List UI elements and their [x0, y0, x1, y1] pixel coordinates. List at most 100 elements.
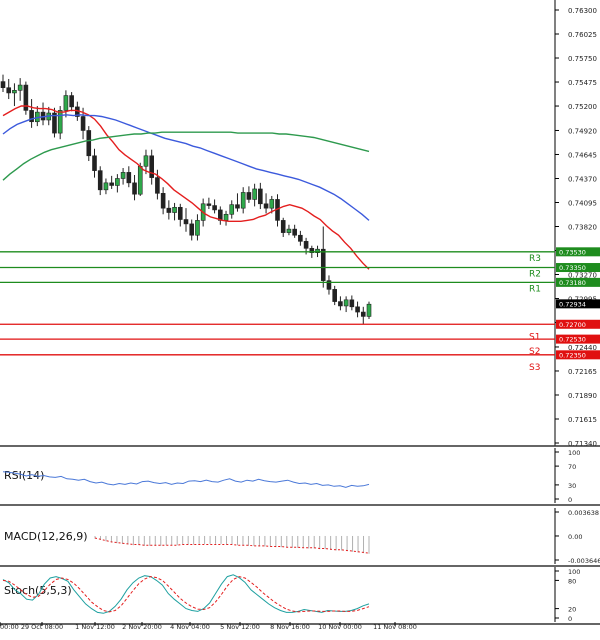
bearish-candle-body: [246, 192, 252, 200]
bullish-candle-body: [120, 172, 126, 179]
level-name-r2: R2: [529, 270, 541, 280]
bearish-candle-body: [320, 248, 326, 281]
price-tick-label: 0.74095: [568, 199, 597, 207]
bearish-candle-body: [166, 207, 172, 213]
panel-tick-label: 0.00: [568, 533, 582, 541]
panel-tick-label: 80: [568, 577, 576, 585]
bearish-candle-body: [183, 219, 189, 225]
bearish-candle-body: [292, 228, 297, 236]
bullish-candle-body: [143, 155, 149, 167]
time-tick-label: 00:00: [0, 623, 19, 631]
bullish-candle-body: [103, 182, 109, 191]
price-tick-label: 0.74370: [568, 175, 597, 183]
bearish-candle-body: [6, 87, 12, 94]
candle: [86, 126, 92, 162]
level-name-r1: R1: [529, 284, 541, 294]
bullish-candle-body: [195, 220, 200, 236]
level-price-label: 0.73350: [559, 264, 586, 272]
candle: [366, 301, 372, 320]
level-name-s3: S3: [529, 363, 540, 373]
bearish-candle-body: [160, 193, 166, 209]
bearish-candle-body: [155, 177, 160, 194]
time-axis: 00:00 29 Oct 08:00 1 Nov 12:00 2 Nov 20:00 4…: [0, 622, 417, 631]
bearish-candle-body: [355, 306, 360, 313]
panel-tick-label: 0.003638: [568, 509, 599, 517]
time-tick-label: 4 Nov 04:00: [170, 623, 210, 631]
level-price-label: 0.72530: [559, 336, 586, 344]
time-tick-label: 11 Nov 08:00: [373, 623, 417, 631]
indicator-line: [2, 471, 370, 488]
level-price-label: 0.72350: [559, 351, 586, 359]
price-tick-label: 0.75200: [568, 103, 597, 111]
bullish-candle-body: [286, 228, 292, 233]
time-tick-label: 5 Nov 12:00: [220, 623, 260, 631]
panel-tick-label: 0: [568, 615, 572, 623]
bullish-candle-body: [252, 188, 257, 200]
panel-tick-label: 100: [568, 449, 580, 457]
current-price-label: 0.72934: [559, 300, 586, 308]
price-tick-label: 0.75750: [568, 55, 597, 63]
bullish-candle-body: [240, 192, 246, 209]
bullish-candle-body: [229, 204, 235, 215]
bearish-candle-body: [109, 182, 114, 186]
price-tick-label: 0.76300: [568, 7, 597, 15]
bullish-candle-body: [269, 199, 275, 209]
bearish-candle-body: [69, 95, 74, 108]
bearish-candle-body: [86, 130, 92, 157]
price-tick-label: 0.71890: [568, 392, 597, 400]
level-price-label: 0.72700: [559, 321, 586, 329]
price-tick-label: 0.75475: [568, 79, 597, 87]
bearish-candle-body: [206, 203, 212, 206]
level-name-s1: S1: [529, 332, 540, 342]
panel-tick-label: 0: [568, 496, 572, 504]
price-panel: 0.76300 0.76025 0.75750 0.75475 0.75200 0.749…: [0, 0, 600, 448]
panel-stoch: 10080200Stoch(5,5,3): [0, 567, 600, 625]
chart-svg: 0.76300 0.76025 0.75750 0.75475 0.75200 0.749…: [0, 0, 600, 631]
time-tick-label: 8 Nov 16:00: [270, 623, 310, 631]
bearish-candle-body: [235, 204, 240, 209]
bearish-candle-body: [97, 170, 103, 191]
price-tick-label: 0.71615: [568, 416, 597, 424]
level-name-s2: S2: [529, 347, 540, 357]
bearish-candle-body: [92, 155, 97, 171]
bullish-candle-body: [17, 84, 23, 91]
bullish-candle-body: [115, 178, 120, 186]
bearish-candle-body: [298, 234, 303, 242]
bearish-candle-body: [126, 172, 132, 184]
bullish-candle-body: [343, 299, 349, 307]
bearish-candle-body: [258, 188, 263, 205]
bearish-candle-body: [80, 116, 86, 131]
bearish-candle-body: [0, 81, 6, 88]
bullish-candle-body: [63, 95, 69, 111]
bearish-candle-body: [132, 182, 137, 195]
panel-name: MACD(12,26,9): [4, 530, 88, 543]
bearish-candle-body: [212, 205, 217, 211]
time-tick-label: 10 Nov 00:00: [318, 623, 362, 631]
level-price-label: 0.73180: [559, 279, 586, 287]
bearish-candle-body: [177, 206, 183, 220]
level-name-r3: R3: [529, 254, 541, 264]
indicator-panels: 10070300RSI(14)0.0036380.00-0.003646MACD…: [0, 448, 600, 625]
bearish-candle-body: [338, 301, 343, 307]
forex-chart: 0.76300 0.76025 0.75750 0.75475 0.75200 0.749…: [0, 0, 600, 636]
level-price-label: 0.73530: [559, 248, 586, 256]
bearish-candle-body: [332, 289, 337, 302]
panel-rsi: 10070300RSI(14): [0, 448, 600, 506]
panel-tick-label: -0.003646: [568, 557, 600, 565]
time-tick-label: 2 Nov 20:00: [122, 623, 162, 631]
price-tick-label: 0.73820: [568, 224, 597, 232]
bullish-candle-body: [223, 213, 229, 221]
bearish-candle-body: [280, 220, 286, 233]
panel-tick-label: 100: [568, 568, 580, 576]
bullish-candle-body: [172, 206, 177, 213]
panel-tick-label: 30: [568, 482, 576, 490]
bullish-candle-body: [137, 165, 143, 195]
price-tick-label: 0.76025: [568, 31, 597, 39]
time-tick-label: 29 Oct 08:00: [21, 623, 63, 631]
panel-macd: 0.003638 0.00 -0.003646 MACD(12,26,9): [0, 508, 600, 567]
price-tick-label: 0.71340: [568, 440, 597, 448]
bearish-candle-body: [303, 241, 309, 249]
price-tick-label: 0.72165: [568, 368, 597, 376]
price-tick-label: 0.74645: [568, 151, 597, 159]
bullish-candle-body: [57, 110, 63, 134]
